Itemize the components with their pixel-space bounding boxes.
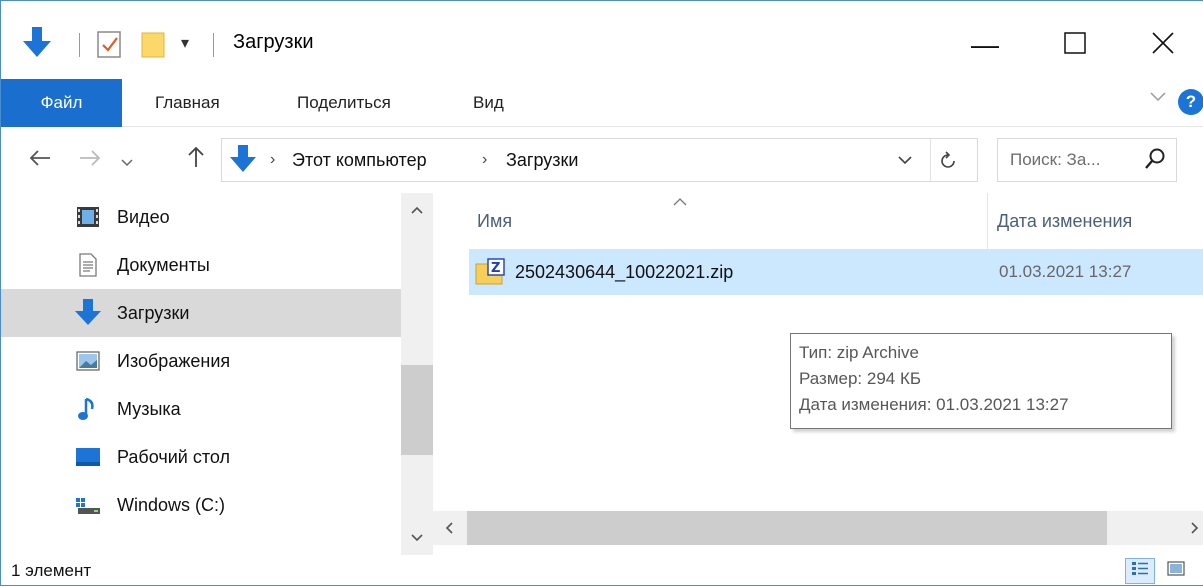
customize-toolbar-icon[interactable]: ▾ [181, 33, 189, 53]
large-icons-view-icon [1167, 560, 1185, 582]
nav-item-downloads[interactable]: Загрузки [1, 289, 401, 337]
back-arrow-icon [29, 146, 51, 174]
nav-item-label: Загрузки [117, 302, 190, 323]
up-arrow-icon [187, 146, 205, 175]
recent-locations-button[interactable] [115, 128, 139, 192]
search-input[interactable]: Поиск: За... [997, 138, 1177, 182]
scrollbar-thumb[interactable] [467, 511, 1107, 545]
chevron-down-icon [121, 146, 133, 174]
up-button[interactable] [181, 128, 211, 192]
nav-item-drive-c[interactable]: Windows (C:) [1, 481, 401, 529]
tab-share[interactable]: Поделиться [297, 79, 391, 127]
video-icon [75, 205, 101, 229]
search-placeholder: Поиск: За... [1010, 150, 1101, 169]
nav-item-label: Рабочий стол [117, 446, 230, 467]
details-view-button[interactable] [1125, 558, 1155, 584]
download-arrow-icon[interactable] [23, 27, 51, 66]
close-icon [1152, 29, 1174, 61]
downloads-location-icon [230, 145, 256, 180]
tooltip-type: Тип: zip Archive [799, 343, 919, 362]
nav-item-label: Документы [117, 254, 210, 275]
title-separator [79, 33, 80, 57]
window-title: Загрузки [233, 31, 314, 53]
nav-item-music[interactable]: Музыка [1, 385, 401, 433]
nav-item-label: Музыка [117, 398, 181, 419]
large-icons-view-button[interactable] [1161, 558, 1191, 584]
file-date-modified: 01.03.2021 13:27 [999, 262, 1132, 281]
scroll-up-icon[interactable] [401, 193, 433, 227]
minimize-button[interactable]: — [941, 1, 1029, 89]
properties-icon[interactable] [97, 31, 123, 64]
back-button[interactable] [23, 128, 57, 192]
expand-ribbon-icon[interactable] [1150, 89, 1166, 107]
forward-button[interactable] [73, 128, 107, 192]
explorer-window: ▾ Загрузки — Файл Главная Поделиться Вид… [0, 0, 1203, 586]
address-row: › Этот компьютер › Загрузки Поиск: За... [1, 128, 1203, 192]
minimize-icon: — [971, 29, 999, 60]
status-bar: 1 элемент [1, 555, 1203, 585]
forward-arrow-icon [79, 146, 101, 174]
scroll-left-icon[interactable] [433, 511, 465, 545]
scroll-right-icon[interactable] [1179, 511, 1203, 545]
music-icon [75, 397, 101, 421]
navigation-pane: Видео Документы Загрузки Изображения Муз… [1, 193, 401, 555]
nav-vertical-scrollbar[interactable] [401, 193, 433, 555]
column-header-name[interactable]: Имя [477, 193, 512, 249]
tab-home[interactable]: Главная [155, 79, 220, 127]
svg-text:Z: Z [491, 261, 500, 276]
downloads-icon [75, 299, 101, 325]
new-folder-icon[interactable] [141, 31, 167, 64]
nav-item-label: Видео [117, 206, 170, 227]
close-button[interactable] [1119, 1, 1203, 89]
maximize-button[interactable] [1031, 1, 1119, 89]
title-separator-2 [213, 33, 214, 57]
tooltip-size: Размер: 294 КБ [799, 369, 922, 388]
title-bar: ▾ Загрузки — [1, 1, 1203, 89]
file-name: 2502430644_10022021.zip [515, 261, 734, 282]
ribbon: Файл Главная Поделиться Вид ? [1, 79, 1203, 127]
breadcrumb-separator: › [270, 151, 276, 168]
file-info-tooltip: Тип: zip Archive Размер: 294 КБ Дата изм… [790, 333, 1172, 429]
tab-file[interactable]: Файл [1, 79, 122, 127]
file-row[interactable]: Z 2502430644_10022021.zip 01.03.2021 13:… [469, 249, 1203, 295]
nav-item-desktop[interactable]: Рабочий стол [1, 433, 401, 481]
help-icon[interactable]: ? [1178, 89, 1203, 115]
scroll-down-icon[interactable] [401, 521, 433, 555]
breadcrumb-downloads[interactable]: Загрузки [506, 139, 578, 181]
scrollbar-thumb[interactable] [401, 365, 433, 455]
tooltip-modified: Дата изменения: 01.03.2021 13:27 [799, 395, 1069, 414]
maximize-icon [1064, 29, 1086, 61]
address-bar[interactable]: › Этот компьютер › Загрузки [221, 138, 978, 182]
content-horizontal-scrollbar[interactable] [433, 511, 1203, 545]
refresh-icon[interactable] [930, 139, 964, 181]
desktop-icon [75, 445, 101, 469]
nav-item-label: Изображения [117, 350, 231, 371]
breadcrumb-this-pc[interactable]: Этот компьютер [292, 139, 427, 181]
column-header-date[interactable]: Дата изменения [997, 193, 1132, 249]
breadcrumb-separator: › [482, 151, 488, 168]
column-divider[interactable] [987, 193, 988, 249]
documents-icon [75, 253, 101, 277]
nav-item-pictures[interactable]: Изображения [1, 337, 401, 385]
sort-ascending-icon [673, 193, 687, 211]
zip-archive-icon: Z [475, 258, 505, 291]
nav-item-video[interactable]: Видео [1, 193, 401, 241]
address-dropdown-icon[interactable] [892, 139, 918, 181]
pictures-icon [75, 349, 101, 373]
item-count: 1 элемент [11, 561, 92, 580]
drive-icon [75, 493, 101, 517]
nav-item-documents[interactable]: Документы [1, 241, 401, 289]
tab-view[interactable]: Вид [473, 79, 504, 127]
search-icon[interactable] [1144, 147, 1166, 176]
details-view-icon [1131, 561, 1149, 582]
file-list-pane: Имя Дата изменения Z 2502430644_10022021… [433, 193, 1203, 555]
nav-item-label: Windows (C:) [117, 494, 226, 515]
